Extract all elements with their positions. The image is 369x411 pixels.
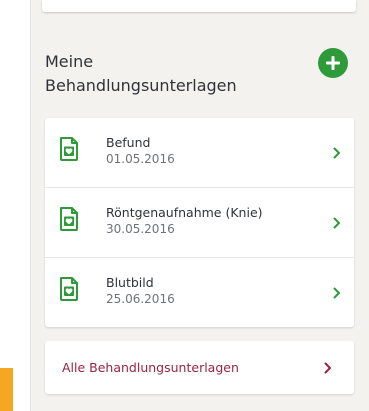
document-list: Befund 01.05.2016 Röntgenaufnahme (Knie)… — [45, 118, 354, 327]
all-documents-link[interactable]: Alle Behandlungsunterlagen — [45, 341, 354, 394]
document-date: 25.06.2016 — [106, 292, 175, 306]
document-date: 30.05.2016 — [106, 222, 175, 236]
document-title: Blutbild — [106, 275, 154, 290]
section-title: Meine Behandlungsunterlagen — [45, 50, 265, 98]
document-heart-icon — [60, 137, 78, 161]
document-row[interactable]: Röntgenaufnahme (Knie) 30.05.2016 — [45, 188, 354, 258]
section-title-line1: Meine — [45, 52, 94, 71]
chevron-right-icon — [333, 217, 340, 229]
document-heart-icon — [60, 277, 78, 301]
document-title: Röntgenaufnahme (Knie) — [106, 205, 263, 220]
document-row[interactable]: Befund 01.05.2016 — [45, 118, 354, 188]
chevron-right-icon — [333, 287, 340, 299]
all-documents-label: Alle Behandlungsunterlagen — [62, 360, 239, 375]
document-title: Befund — [106, 135, 151, 150]
top-card-edge — [42, 0, 356, 12]
chevron-right-icon — [324, 362, 331, 374]
section-title-line2: Behandlungsunterlagen — [45, 76, 237, 95]
document-heart-icon — [60, 207, 78, 231]
add-document-button[interactable] — [318, 48, 348, 78]
orange-side-tab — [0, 368, 13, 411]
document-date: 01.05.2016 — [106, 152, 175, 166]
document-row[interactable]: Blutbild 25.06.2016 — [45, 258, 354, 327]
chevron-right-icon — [333, 147, 340, 159]
